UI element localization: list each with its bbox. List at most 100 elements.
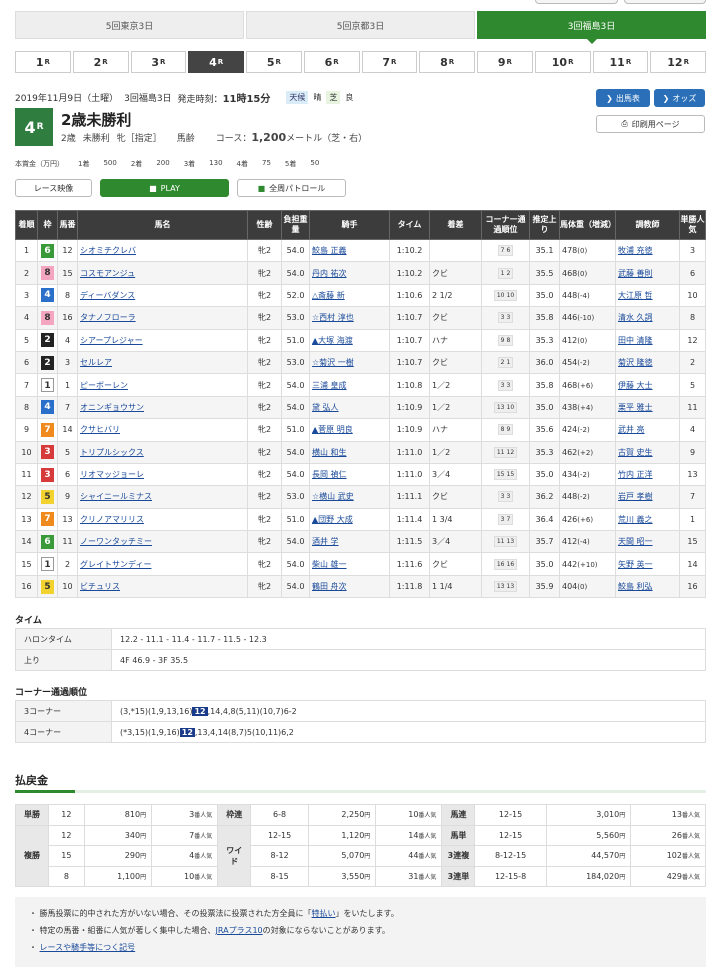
unit-label: 番人気: [681, 873, 700, 881]
trainer-link[interactable]: 荒川 義之: [618, 515, 653, 524]
trainer-link[interactable]: 古賀 史生: [618, 448, 653, 457]
horse-name-link[interactable]: クリノアマリリス: [80, 515, 144, 524]
corner-3: 3: [500, 381, 505, 389]
horse-name-link[interactable]: ノーワンタッチミー: [80, 537, 152, 546]
trainer-link[interactable]: 大江原 哲: [618, 291, 653, 300]
venue-tab-fukushima[interactable]: 3回福島3日: [477, 11, 706, 44]
column-header: 馬体重（増減）: [559, 210, 616, 240]
special-refund-link[interactable]: 特払い: [312, 909, 336, 918]
trainer-link[interactable]: 菊沢 隆徳: [618, 358, 653, 367]
jockey-link[interactable]: 丹内 祐次: [312, 269, 347, 278]
jockey-link[interactable]: ▲団野 大成: [312, 515, 353, 524]
trainer-link[interactable]: 伊藤 大士: [618, 381, 653, 390]
horse-name-link[interactable]: クサヒバリ: [80, 425, 120, 434]
patrol-video-button[interactable]: ■ 全周パトロール: [237, 179, 346, 197]
unit-label: 円: [619, 873, 626, 881]
trainer-link[interactable]: 武藤 善則: [618, 269, 653, 278]
horse-name-link[interactable]: シャイニールミナス: [80, 492, 152, 501]
jockey-link[interactable]: △斎藤 新: [312, 291, 345, 300]
last-label: 上り: [15, 649, 112, 671]
prize-place: 2着: [130, 160, 143, 168]
race-tab-10[interactable]: 10 R: [534, 51, 591, 73]
jockey-link[interactable]: 鮫島 正義: [312, 246, 347, 255]
trainer-link[interactable]: 天間 昭一: [618, 537, 653, 546]
horse-name-link[interactable]: ビチュリス: [80, 582, 120, 591]
trainer-link[interactable]: 鮫島 利弘: [618, 582, 653, 591]
trainer-link[interactable]: 田中 清隆: [618, 336, 653, 345]
horse-name-link[interactable]: グレイトサンディー: [80, 560, 151, 569]
entries-button[interactable]: ❯ 出馬表: [596, 89, 650, 107]
trainer-link[interactable]: 牧浦 充徳: [618, 246, 653, 255]
horse-name-link[interactable]: タナノフローラ: [80, 313, 136, 322]
horse-name-link[interactable]: トリプルシックス: [80, 448, 144, 457]
corner-positions: 11 12: [481, 440, 530, 464]
trainer-link[interactable]: 武井 亮: [618, 425, 645, 434]
jra-plus10-link[interactable]: JRAプラス10: [216, 926, 263, 935]
horse-name-link[interactable]: ピーボーレン: [80, 381, 128, 390]
corner-badge: 10 10: [493, 289, 518, 301]
utility-button[interactable]: [623, 0, 706, 4]
race-tab-8[interactable]: 8R: [419, 51, 475, 73]
result-row: 12 5 9 シャイニールミナス 牝2 53.0 ☆横山 武史 1:11.1 クビ 3 3 36.2 4…: [15, 485, 706, 509]
horse-name-link[interactable]: シオミチクレバ: [80, 246, 136, 255]
print-button[interactable]: ⎙ 印刷用ページ: [596, 115, 705, 133]
jockey-link[interactable]: ☆西村 淳也: [312, 313, 354, 322]
body-weight-cell: 404(0): [559, 574, 616, 599]
sex-age: 牝2: [247, 350, 282, 375]
trainer-link[interactable]: 竹内 正洋: [618, 470, 653, 479]
trainer-link[interactable]: 岩戸 孝樹: [618, 492, 653, 501]
race-tab-2[interactable]: 2R: [72, 51, 129, 73]
venue-tab-tokyo[interactable]: 5回東京3日: [15, 11, 244, 39]
venue-tab-kyoto[interactable]: 5回京都3日: [246, 11, 475, 39]
jockey-link[interactable]: ☆横山 武史: [312, 492, 354, 501]
popularity: 3: [679, 238, 706, 263]
payout-amount-value: 810: [124, 810, 141, 820]
jockey-link[interactable]: 横山 和生: [312, 448, 347, 457]
horse-name-link[interactable]: シアープレジャー: [80, 336, 143, 345]
start-time-label: 発走時刻：11時15分: [177, 93, 271, 105]
race-tab-9[interactable]: 9R: [477, 51, 533, 73]
payout-amount: 44,570円: [545, 845, 632, 867]
race-tab-4[interactable]: 4R: [188, 51, 244, 73]
horse-name-link[interactable]: オニンギョウサン: [80, 403, 144, 412]
horse-name-link[interactable]: ディーバダンス: [80, 291, 135, 300]
race-tab-1[interactable]: 1R: [15, 51, 71, 73]
trainer-link[interactable]: 清水 久詞: [618, 313, 653, 322]
corner-3: 1: [500, 269, 505, 277]
race-tab-12[interactable]: 12 R: [650, 51, 706, 73]
jockey-link[interactable]: 柴山 雄一: [312, 560, 347, 569]
race-tab-6[interactable]: 6R: [303, 51, 360, 73]
body-weight-change: (0): [577, 247, 588, 256]
horse-name-link[interactable]: セルレア: [80, 358, 112, 367]
body-weight-cell: 468(+6): [559, 373, 616, 397]
finish-time: 1:11.1: [389, 485, 430, 509]
horse-name-link[interactable]: コスモアンジュ: [80, 269, 135, 278]
race-tab-suffix: R: [568, 58, 574, 66]
symbols-link[interactable]: レースや騎手等につく記号: [40, 943, 136, 952]
horse-number: 4: [57, 328, 78, 352]
waku-badge: 7: [41, 512, 54, 527]
trainer-link[interactable]: 矢野 英一: [618, 560, 653, 569]
odds-button[interactable]: ❯ オッズ: [654, 89, 705, 107]
jockey-link[interactable]: ▲大塚 海渡: [312, 336, 353, 345]
jockey-link[interactable]: 黛 弘人: [312, 403, 339, 412]
race-tab-7[interactable]: 7R: [361, 51, 418, 73]
jockey-link[interactable]: ▲菅原 明良: [312, 425, 353, 434]
jockey-link[interactable]: 三浦 皇成: [312, 381, 347, 390]
race-tab-11[interactable]: 11 R: [592, 51, 649, 73]
jockey-link[interactable]: 鶴田 舟次: [312, 582, 347, 591]
jockey-link[interactable]: 酒井 学: [312, 537, 339, 546]
body-weight-cell: 412(-4): [559, 530, 616, 554]
utility-button[interactable]: [535, 0, 618, 4]
trainer-link[interactable]: 栗平 雅士: [618, 403, 653, 412]
race-tab-3[interactable]: 3R: [130, 51, 187, 73]
popularity: 4: [679, 418, 706, 442]
horse-name-link[interactable]: リオマッジョーレ: [80, 470, 144, 479]
finish-position: 3: [15, 283, 38, 308]
payout-amount: 1,100円: [83, 865, 153, 887]
body-weight-change: (-4): [577, 291, 590, 300]
jockey-link[interactable]: 長岡 禎仁: [312, 470, 347, 479]
play-button[interactable]: ■ PLAY: [100, 179, 229, 197]
jockey-link[interactable]: ☆菊沢 一樹: [312, 358, 354, 367]
race-tab-5[interactable]: 5R: [246, 51, 302, 73]
